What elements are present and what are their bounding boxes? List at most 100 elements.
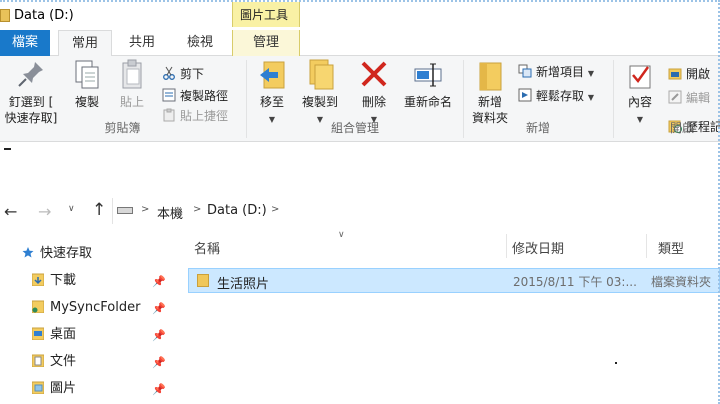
up-arrow-icon[interactable]: ↑ [92, 200, 106, 220]
chevron-down-icon: ▼ [587, 93, 594, 102]
chevron-right-icon[interactable]: > [271, 204, 279, 215]
pin-icon[interactable]: 📌 [152, 383, 166, 396]
tab-file[interactable]: 檔案 [0, 30, 50, 56]
navigation-pane: 快速存取 下載 📌 MySyncFolder 📌 桌面 📌 文件 📌 圖片 📌 [0, 236, 175, 404]
sync-folder-icon [31, 298, 45, 314]
paste-button[interactable]: 貼上 [112, 58, 152, 110]
new-item-icon [518, 64, 532, 78]
ribbon: 釘選到 [ 快速存取] 複製 貼上 剪下 複製路徑 貼上捷徑 剪貼簿 移至 ▼ 複… [0, 56, 720, 142]
pin-icon[interactable]: 📌 [152, 302, 166, 315]
pin-icon[interactable]: 📌 [152, 329, 166, 342]
organize-group-label: 組合管理 [330, 121, 379, 135]
chevron-down-icon: ▼ [587, 69, 594, 78]
folder-icon [0, 9, 10, 22]
new-folder-icon [474, 58, 506, 92]
drive-icon [117, 207, 133, 214]
column-header-name[interactable]: 名稱 [194, 238, 220, 257]
nav-item-label: 文件 [50, 354, 77, 369]
tab-view[interactable]: 檢視 [172, 30, 228, 56]
pictures-folder-icon [31, 379, 45, 395]
desktop-folder-icon [31, 325, 45, 341]
pin-icon [15, 58, 47, 92]
copy-path-button[interactable]: 複製路徑 [162, 86, 228, 106]
nav-quick-access[interactable]: 快速存取 [22, 242, 92, 266]
properties-button[interactable]: 內容 ▼ [620, 58, 660, 128]
delete-x-icon [358, 58, 390, 92]
forward-arrow-icon[interactable]: → [38, 202, 51, 221]
downloads-folder-icon [31, 271, 45, 287]
cut-label: 剪下 [180, 67, 205, 81]
breadcrumb-data-drive[interactable]: Data (D:) [207, 203, 267, 218]
edit-label: 編輯 [686, 91, 711, 105]
column-divider[interactable] [506, 234, 507, 258]
open-group-label: 開啟 [669, 121, 694, 135]
rename-icon [412, 58, 444, 92]
documents-folder-icon [31, 352, 45, 368]
easy-access-icon [518, 88, 532, 102]
properties-text: 內容 [627, 95, 652, 109]
copy-to-button[interactable]: 複製到 ▼ [298, 58, 342, 128]
pin-quick-access-button[interactable]: 釘選到 [ 快速存取] [2, 58, 60, 126]
picture-tools-header: 圖片工具 [232, 2, 300, 27]
sort-indicator-icon: ∨ [338, 230, 345, 240]
address-bar[interactable]: > 本機 > Data (D:) > [112, 198, 720, 224]
new-item-label: 新增項目 [536, 65, 585, 79]
clipboard-icon [116, 58, 148, 92]
nav-item-label: 下載 [50, 273, 77, 288]
move-to-button[interactable]: 移至 ▼ [252, 58, 292, 128]
copy-path-label: 複製路徑 [180, 89, 229, 103]
copy-button[interactable]: 複製 [68, 58, 106, 110]
recent-locations-chevron-icon[interactable]: ∨ [68, 204, 75, 214]
nav-item-label: MySyncFolder [50, 300, 141, 315]
back-arrow-icon[interactable]: ← [4, 202, 17, 221]
title-bar: Data (D:) [0, 0, 720, 30]
easy-access-button[interactable]: 輕鬆存取 ▼ [518, 86, 594, 106]
edit-icon [668, 90, 682, 104]
rename-button[interactable]: 重新命名 [398, 58, 458, 110]
file-list: ∨ 名稱 修改日期 類型 生活照片 2015/8/11 下午 03:... 檔案… [188, 228, 720, 404]
chevron-right-icon[interactable]: > [141, 204, 149, 215]
file-name: 生活照片 [217, 277, 270, 292]
move-to-text: 移至 [259, 95, 284, 109]
copy-label: 複製 [74, 95, 99, 109]
paste-label: 貼上 [119, 95, 144, 109]
copy-icon [71, 58, 103, 92]
column-divider[interactable] [646, 234, 647, 258]
copy-path-icon [162, 88, 176, 102]
chevron-right-icon[interactable]: > [193, 204, 201, 215]
clipboard-group-label: 剪貼簿 [104, 121, 141, 135]
open-button[interactable]: 開啟 [668, 64, 710, 84]
table-row[interactable]: 生活照片 2015/8/11 下午 03:... 檔案資料夾 [188, 268, 720, 293]
open-icon [668, 66, 682, 80]
delete-button[interactable]: 刪除 ▼ [356, 58, 392, 128]
scissors-icon [162, 66, 176, 80]
column-header-date-modified[interactable]: 修改日期 [512, 238, 564, 257]
nav-item-pictures[interactable]: 圖片 [31, 377, 76, 401]
edit-button[interactable]: 編輯 [668, 88, 710, 108]
new-folder-button[interactable]: 新增 資料夾 [468, 58, 512, 126]
nav-quick-access-label: 快速存取 [40, 246, 93, 261]
pin-icon[interactable]: 📌 [152, 356, 166, 369]
file-type: 檔案資料夾 [651, 275, 712, 289]
copy-to-icon [304, 58, 336, 92]
nav-item-documents[interactable]: 文件 [31, 350, 77, 374]
folder-icon [197, 274, 209, 287]
nav-item-label: 桌面 [50, 327, 77, 342]
nav-item-desktop[interactable]: 桌面 [31, 323, 77, 347]
new-item-button[interactable]: 新增項目 ▼ [518, 62, 594, 82]
nav-item-mysyncfolder[interactable]: MySyncFolder [31, 296, 141, 320]
quick-access-toolbar [0, 142, 720, 162]
tab-manage[interactable]: 管理 [232, 30, 300, 56]
delete-text: 刪除 [361, 95, 386, 109]
easy-access-label: 輕鬆存取 [536, 89, 585, 103]
cut-button[interactable]: 剪下 [162, 64, 204, 84]
pin-icon[interactable]: 📌 [152, 275, 166, 288]
nav-item-downloads[interactable]: 下載 [31, 269, 77, 293]
move-to-icon [256, 58, 288, 92]
breadcrumb-this-pc[interactable]: 本機 [157, 203, 183, 222]
tab-home[interactable]: 常用 [58, 30, 112, 57]
customize-toolbar-icon[interactable] [4, 148, 11, 151]
window-title: Data (D:) [14, 8, 74, 23]
tab-share[interactable]: 共用 [116, 30, 168, 56]
column-header-type[interactable]: 類型 [658, 238, 684, 257]
